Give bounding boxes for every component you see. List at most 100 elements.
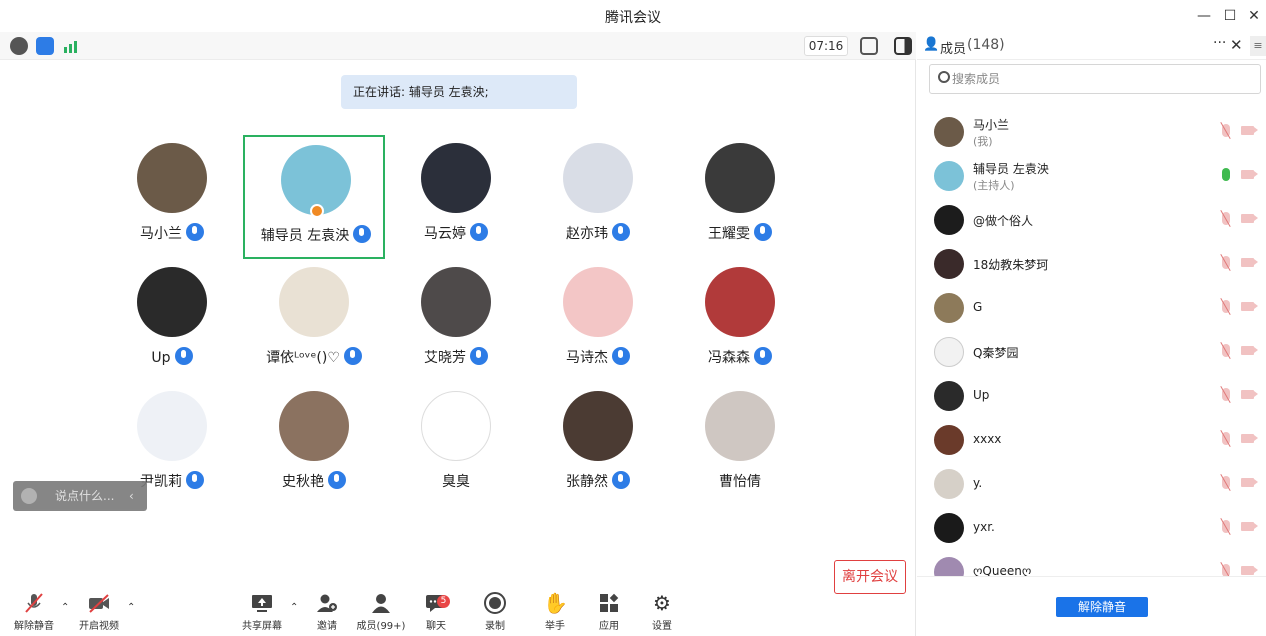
mic-muted-icon[interactable]	[1222, 476, 1230, 489]
meeting-window: 腾讯会议 — ☐ ✕ 07:16 正在讲话: 辅导员 左袁泱; 马小兰 辅导员 左…	[0, 0, 1266, 636]
camera-off-icon[interactable]	[1241, 566, 1258, 575]
camera-off-icon[interactable]	[1241, 434, 1258, 443]
mic-muted-icon[interactable]	[1222, 256, 1230, 269]
member-row[interactable]: xxxx	[917, 420, 1266, 464]
camera-off-icon[interactable]	[1241, 170, 1258, 179]
audio-options-chevron-icon[interactable]: ⌃	[61, 602, 69, 613]
participant-tile[interactable]: 冯森森	[669, 259, 811, 383]
member-search[interactable]	[929, 64, 1261, 94]
maximize-button[interactable]: ☐	[1220, 6, 1240, 26]
mic-muted-icon[interactable]	[1222, 564, 1230, 576]
member-row[interactable]: 辅导员 左袁泱 (主持人)	[917, 156, 1266, 200]
settings-button[interactable]: ⚙ 设置	[634, 592, 690, 636]
member-row[interactable]: Up	[917, 376, 1266, 420]
camera-off-icon[interactable]	[1241, 478, 1258, 487]
mic-muted-icon[interactable]	[1222, 520, 1230, 533]
camera-off-icon[interactable]	[1241, 346, 1258, 355]
unmute-button[interactable]: 解除静音	[6, 592, 62, 636]
member-row[interactable]: G	[917, 288, 1266, 332]
collapse-chat-icon[interactable]: ‹	[129, 481, 134, 511]
raise-hand-button[interactable]: ✋ 举手	[527, 592, 583, 636]
camera-off-icon[interactable]	[1241, 302, 1258, 311]
mic-on-icon[interactable]	[1222, 168, 1230, 181]
participant-name-row: 辅导员 左袁泱	[245, 225, 387, 245]
participant-name-row: 谭依ᴸᵒᵛᵉ()♡	[243, 347, 385, 367]
start-video-button[interactable]: 开启视频	[71, 592, 127, 636]
layout-toggle-icon[interactable]	[894, 37, 912, 55]
apps-button[interactable]: 应用	[581, 592, 637, 636]
network-signal-icon[interactable]	[62, 37, 80, 55]
camera-off-icon[interactable]	[1241, 214, 1258, 223]
mic-status-icon	[754, 347, 772, 365]
members-button[interactable]: 成员(99+)	[353, 592, 409, 636]
mic-muted-icon[interactable]	[1222, 432, 1230, 445]
participant-name: 冯森森	[708, 350, 750, 366]
quick-chat-input[interactable]: 说点什么... ‹	[13, 481, 147, 511]
invite-button[interactable]: 邀请	[299, 592, 355, 636]
meeting-timer: 07:16	[804, 36, 848, 56]
more-options-icon[interactable]: ···	[1213, 35, 1226, 51]
participant-tile[interactable]: 史秋艳	[243, 383, 385, 507]
minimize-button[interactable]: —	[1194, 6, 1214, 26]
camera-off-icon[interactable]	[1241, 126, 1258, 135]
avatar	[563, 391, 633, 461]
member-row[interactable]: @做个俗人	[917, 200, 1266, 244]
unmute-label: 解除静音	[14, 621, 54, 632]
video-options-chevron-icon[interactable]: ⌃	[127, 602, 135, 613]
meeting-info-bar: 07:16	[0, 32, 916, 60]
speaking-indicator: 正在讲话: 辅导员 左袁泱;	[341, 75, 577, 109]
participant-tile[interactable]: 辅导员 左袁泱	[243, 135, 385, 259]
video-stage: 07:16 正在讲话: 辅导员 左袁泱; 马小兰 辅导员 左袁泱 马云婷 赵亦玮 王耀雯…	[0, 32, 916, 636]
member-row[interactable]: y.	[917, 464, 1266, 508]
participant-tile[interactable]: 王耀雯	[669, 135, 811, 259]
camera-off-icon[interactable]	[1241, 390, 1258, 399]
member-row[interactable]: ღQueenღ	[917, 552, 1266, 576]
leave-meeting-button[interactable]: 离开会议	[834, 560, 906, 594]
participant-tile[interactable]: 张静然	[527, 383, 669, 507]
mic-muted-icon[interactable]	[1222, 124, 1230, 137]
unmute-self-button[interactable]: 解除静音	[1056, 597, 1148, 617]
share-options-chevron-icon[interactable]: ⌃	[290, 602, 298, 613]
members-label: 成员(99+)	[356, 621, 406, 632]
participant-tile[interactable]: 马小兰	[101, 135, 243, 259]
record-icon	[483, 592, 507, 614]
record-button[interactable]: 录制	[467, 592, 523, 636]
participant-tile[interactable]: 臭臭	[385, 383, 527, 507]
chat-label: 聊天	[426, 621, 446, 632]
avatar	[934, 205, 964, 235]
camera-off-icon[interactable]	[1241, 522, 1258, 531]
panel-menu-icon[interactable]: ≡	[1250, 36, 1266, 56]
avatar	[137, 391, 207, 461]
member-search-input[interactable]	[952, 69, 1252, 89]
mic-muted-icon[interactable]	[1222, 344, 1230, 357]
participant-tile[interactable]: 赵亦玮	[527, 135, 669, 259]
member-row[interactable]: 马小兰 (我)	[917, 112, 1266, 156]
share-screen-button[interactable]: 共享屏幕	[234, 592, 290, 636]
participant-tile[interactable]: 艾晓芳	[385, 259, 527, 383]
fullscreen-icon[interactable]	[860, 37, 878, 55]
member-row[interactable]: yxr.	[917, 508, 1266, 552]
mic-status-icon	[470, 347, 488, 365]
participant-tile[interactable]: 谭依ᴸᵒᵛᵉ()♡	[243, 259, 385, 383]
member-row[interactable]: 18幼教朱梦珂	[917, 244, 1266, 288]
info-icon[interactable]	[10, 37, 28, 55]
mic-muted-icon[interactable]	[1222, 212, 1230, 225]
close-panel-icon[interactable]: ✕	[1230, 36, 1243, 54]
emoji-icon[interactable]	[21, 488, 37, 504]
participant-tile[interactable]: 马诗杰	[527, 259, 669, 383]
mic-muted-icon[interactable]	[1222, 300, 1230, 313]
chat-button[interactable]: 聊天	[408, 592, 464, 636]
security-shield-icon[interactable]	[36, 37, 54, 55]
close-window-button[interactable]: ✕	[1244, 6, 1264, 26]
participant-tile[interactable]: Up	[101, 259, 243, 383]
apps-grid-icon	[597, 592, 621, 614]
members-panel-title: 成员	[940, 42, 967, 57]
participant-name: 曹怡倩	[719, 474, 761, 490]
mic-muted-icon[interactable]	[1222, 388, 1230, 401]
member-row[interactable]: Q秦梦园	[917, 332, 1266, 376]
participant-tile[interactable]: 马云婷	[385, 135, 527, 259]
participant-name-row: 马诗杰	[527, 347, 669, 367]
participant-tile[interactable]: 曹怡倩	[669, 383, 811, 507]
avatar	[421, 391, 491, 461]
camera-off-icon[interactable]	[1241, 258, 1258, 267]
